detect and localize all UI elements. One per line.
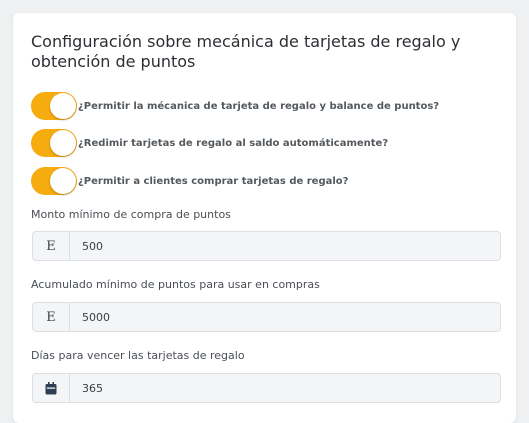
toggle-row-auto-redeem: ¿Redimir tarjetas de regalo al saldo aut… xyxy=(31,129,388,157)
points-symbol-icon: E xyxy=(33,232,70,260)
customer-purchase-toggle[interactable] xyxy=(31,167,77,195)
toggle-row-enable-gift-cards: ¿Permitir la mécanica de tarjeta de rega… xyxy=(31,92,439,120)
min-purchase-input[interactable] xyxy=(70,232,500,260)
toggle-knob xyxy=(50,168,76,194)
toggle-knob xyxy=(50,130,76,156)
gift-card-settings-card: Configuración sobre mecánica de tarjetas… xyxy=(13,13,516,423)
auto-redeem-label: ¿Redimir tarjetas de regalo al saldo aut… xyxy=(78,137,389,149)
expiry-days-input[interactable] xyxy=(70,374,500,402)
expiry-days-group xyxy=(32,373,501,403)
enable-gift-cards-toggle[interactable] xyxy=(31,92,77,120)
auto-redeem-toggle[interactable] xyxy=(31,129,77,157)
min-accumulated-input[interactable] xyxy=(70,303,500,331)
card-title: Configuración sobre mecánica de tarjetas… xyxy=(31,32,461,71)
min-accumulated-label: Acumulado mínimo de puntos para usar en … xyxy=(31,278,320,291)
customer-purchase-label: ¿Permitir a clientes comprar tarjetas de… xyxy=(78,175,349,187)
min-purchase-group: E xyxy=(32,231,501,261)
toggle-row-customer-purchase: ¿Permitir a clientes comprar tarjetas de… xyxy=(31,167,348,195)
toggle-knob xyxy=(50,93,76,119)
expiry-days-label: Días para vencer las tarjetas de regalo xyxy=(31,349,245,362)
enable-gift-cards-label: ¿Permitir la mécanica de tarjeta de rega… xyxy=(78,100,440,112)
min-purchase-label: Monto mínimo de compra de puntos xyxy=(31,208,231,221)
calendar-icon xyxy=(33,374,70,402)
points-symbol-icon: E xyxy=(33,303,70,331)
min-accumulated-group: E xyxy=(32,302,501,332)
